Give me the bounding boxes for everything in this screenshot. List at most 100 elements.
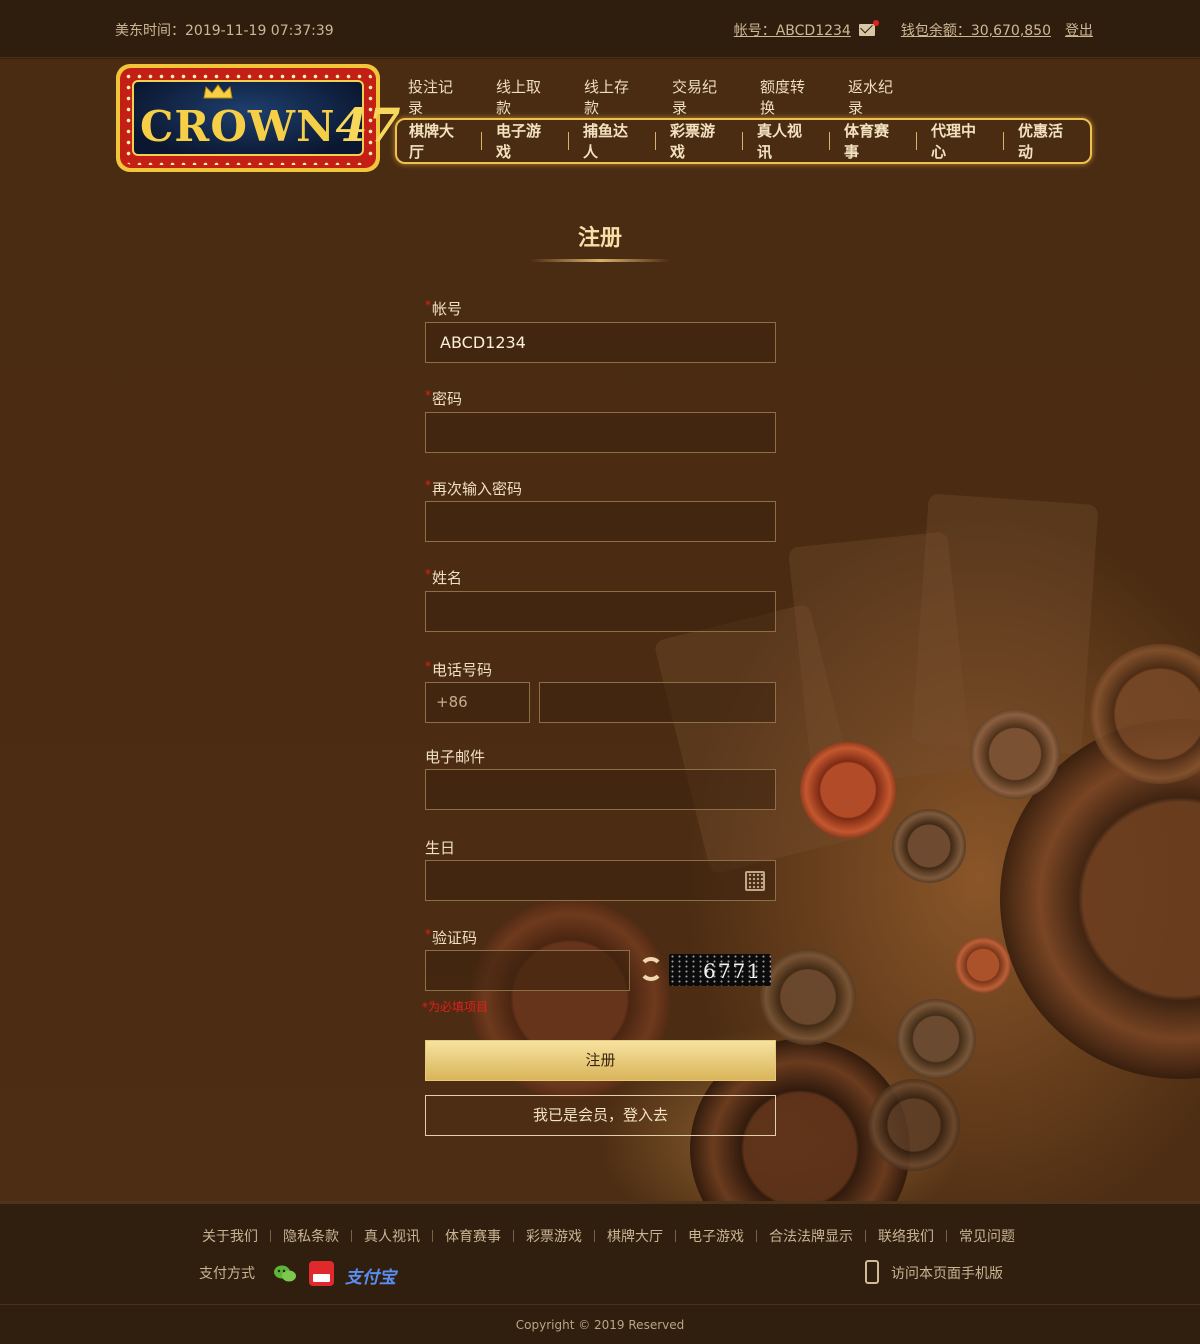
nav-divider: [916, 132, 917, 150]
footer-link-contact[interactable]: 联络我们: [878, 1226, 934, 1246]
confirm-password-input[interactable]: [425, 501, 776, 542]
phone-country-code[interactable]: +86: [425, 682, 530, 723]
chip-decoration: [955, 937, 1011, 993]
wechat-pay-icon: [274, 1265, 296, 1282]
nav-sports[interactable]: 体育赛事: [844, 120, 916, 162]
logo-brand: CROWN: [140, 102, 336, 151]
birthday-input[interactable]: [425, 860, 776, 901]
footer-divider: [675, 1230, 676, 1242]
footer-link-chess[interactable]: 棋牌大厅: [607, 1226, 663, 1246]
footer-divider-line: [0, 1304, 1200, 1305]
chip-decoration: [760, 949, 856, 1045]
footer-link-lottery[interactable]: 彩票游戏: [526, 1226, 582, 1246]
footer-divider: [432, 1230, 433, 1242]
footer-link-slots[interactable]: 电子游戏: [688, 1226, 744, 1246]
nav-bet-records[interactable]: 投注记录: [408, 76, 466, 118]
footer-link-about[interactable]: 关于我们: [202, 1226, 258, 1246]
phone-input[interactable]: [539, 682, 776, 723]
nav-promotions[interactable]: 优惠活动: [1018, 120, 1090, 162]
footer-divider: [756, 1230, 757, 1242]
footer-link-live[interactable]: 真人视讯: [364, 1226, 420, 1246]
nav-live-casino[interactable]: 真人视讯: [757, 120, 829, 162]
nav-lottery[interactable]: 彩票游戏: [670, 120, 742, 162]
captcha-input[interactable]: [425, 950, 630, 991]
birthday-label: 生日: [425, 839, 456, 857]
account-label: *帐号: [425, 298, 462, 319]
nav-transactions[interactable]: 交易纪录: [672, 76, 730, 118]
password-label-text: 密码: [432, 390, 463, 408]
nav-divider: [1003, 132, 1004, 150]
required-mark: *: [425, 927, 431, 941]
nav-withdraw[interactable]: 线上取款: [496, 76, 554, 118]
copyright: Copyright © 2019 Reserved: [515, 1318, 685, 1332]
title-underline: [530, 259, 670, 262]
mail-icon[interactable]: [858, 20, 879, 36]
nav-fishing[interactable]: 捕鱼达人: [583, 120, 655, 162]
footer: 关于我们 隐私条款 真人视讯 体育赛事 彩票游戏 棋牌大厅 电子游戏 合法法牌显…: [0, 1201, 1200, 1344]
site-logo[interactable]: CROWN47: [116, 64, 400, 172]
confirm-password-label: *再次输入密码: [425, 478, 522, 499]
footer-link-privacy[interactable]: 隐私条款: [283, 1226, 339, 1246]
chip-decoration: [868, 1079, 960, 1171]
main-nav: 棋牌大厅 电子游戏 捕鱼达人 彩票游戏 真人视讯 体育赛事 代理中心 优惠活动: [395, 118, 1092, 164]
account-input[interactable]: ABCD1234: [425, 322, 776, 363]
footer-divider: [946, 1230, 947, 1242]
server-time: 美东时间：2019-11-19 07:37:39: [115, 23, 334, 39]
refresh-icon[interactable]: [639, 957, 663, 981]
captcha-image[interactable]: 6771: [669, 954, 771, 986]
confirm-password-label-text: 再次输入密码: [432, 480, 523, 498]
nav-divider: [742, 132, 743, 150]
logo-frame: CROWN47: [120, 68, 400, 168]
nav-agent[interactable]: 代理中心: [931, 120, 1003, 162]
nav-divider: [481, 132, 482, 150]
footer-divider: [351, 1230, 352, 1242]
password-label: *密码: [425, 388, 462, 409]
required-mark: *: [425, 567, 431, 581]
footer-divider: [270, 1230, 271, 1242]
account-nav: 投注记录 线上取款 线上存款 交易纪录 额度转换 返水纪录: [408, 76, 906, 118]
nav-divider: [568, 132, 569, 150]
footer-link-sports[interactable]: 体育赛事: [445, 1226, 501, 1246]
name-label-text: 姓名: [432, 569, 463, 587]
nav-rebate[interactable]: 返水纪录: [848, 76, 906, 118]
phone-label-text: 电话号码: [432, 661, 493, 679]
name-input[interactable]: [425, 591, 776, 632]
required-hint: *为必填项目: [422, 1000, 489, 1014]
page-title: 注册: [577, 226, 622, 251]
alipay-icon: 支付宝: [345, 1268, 396, 1288]
name-label: *姓名: [425, 567, 462, 588]
account-label-text: 帐号: [432, 300, 463, 318]
chip-decoration: [970, 709, 1060, 799]
required-mark: *: [425, 659, 431, 673]
footer-link-faq[interactable]: 常见问题: [959, 1226, 1015, 1246]
chip-decoration: [892, 809, 966, 883]
login-link-button[interactable]: 我已是会员，登入去: [425, 1095, 776, 1136]
wallet-balance[interactable]: 钱包余额：30,670,850: [901, 20, 1051, 40]
footer-links: 关于我们 隐私条款 真人视讯 体育赛事 彩票游戏 棋牌大厅 电子游戏 合法法牌显…: [202, 1226, 1015, 1246]
nav-chess-hall[interactable]: 棋牌大厅: [409, 120, 481, 162]
footer-divider: [594, 1230, 595, 1242]
required-mark: *: [425, 478, 431, 492]
logo-text: CROWN47: [140, 98, 402, 152]
password-input[interactable]: [425, 412, 776, 453]
email-label: 电子邮件: [425, 748, 486, 766]
register-button[interactable]: 注册: [425, 1040, 776, 1081]
footer-divider: [865, 1230, 866, 1242]
chip-decoration: [800, 742, 896, 838]
mobile-phone-icon[interactable]: [865, 1260, 879, 1284]
required-mark: *: [425, 388, 431, 402]
nav-slots[interactable]: 电子游戏: [496, 120, 568, 162]
nav-transfer[interactable]: 额度转换: [760, 76, 818, 118]
logout-link[interactable]: 登出: [1065, 20, 1093, 40]
top-bar: 美东时间：2019-11-19 07:37:39 帐号：ABCD1234 钱包余…: [0, 0, 1200, 58]
logo-number: 47: [335, 98, 402, 152]
account-link[interactable]: 帐号：ABCD1234: [734, 20, 851, 40]
nav-divider: [829, 132, 830, 150]
phone-label: *电话号码: [425, 659, 492, 680]
footer-link-license[interactable]: 合法法牌显示: [769, 1226, 853, 1246]
nav-deposit[interactable]: 线上存款: [584, 76, 642, 118]
captcha-label-text: 验证码: [432, 929, 478, 947]
email-input[interactable]: [425, 769, 776, 810]
mobile-version-link[interactable]: 访问本页面手机版: [891, 1263, 1003, 1283]
calendar-icon[interactable]: [745, 871, 765, 891]
